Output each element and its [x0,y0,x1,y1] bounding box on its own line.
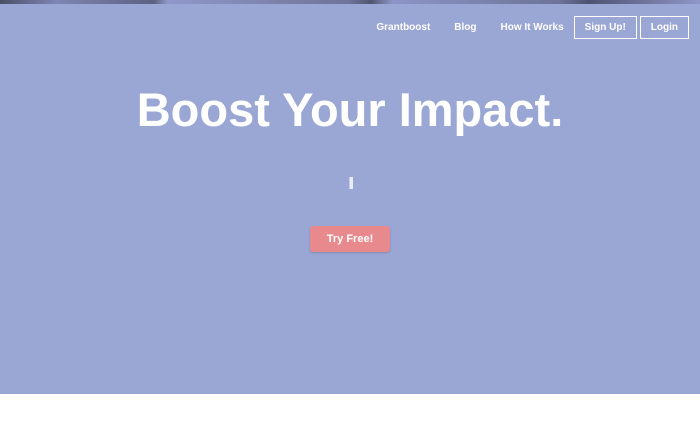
nav-link-how-it-works[interactable]: How It Works [501,22,564,33]
typing-caret [349,177,353,189]
try-free-button[interactable]: Try Free! [310,226,390,252]
below-fold-section [0,394,700,438]
nav-link-grantboost[interactable]: Grantboost [376,22,430,33]
login-button[interactable]: Login [639,16,689,39]
nav-link-blog[interactable]: Blog [454,22,476,33]
signup-button[interactable]: Sign Up! [573,16,637,39]
top-nav: Grantboost Blog How It Works Sign Up! Lo… [376,16,689,39]
hero-section: Grantboost Blog How It Works Sign Up! Lo… [0,4,700,394]
page: Grantboost Blog How It Works Sign Up! Lo… [0,0,700,438]
hero-headline: Boost Your Impact. [136,83,564,136]
